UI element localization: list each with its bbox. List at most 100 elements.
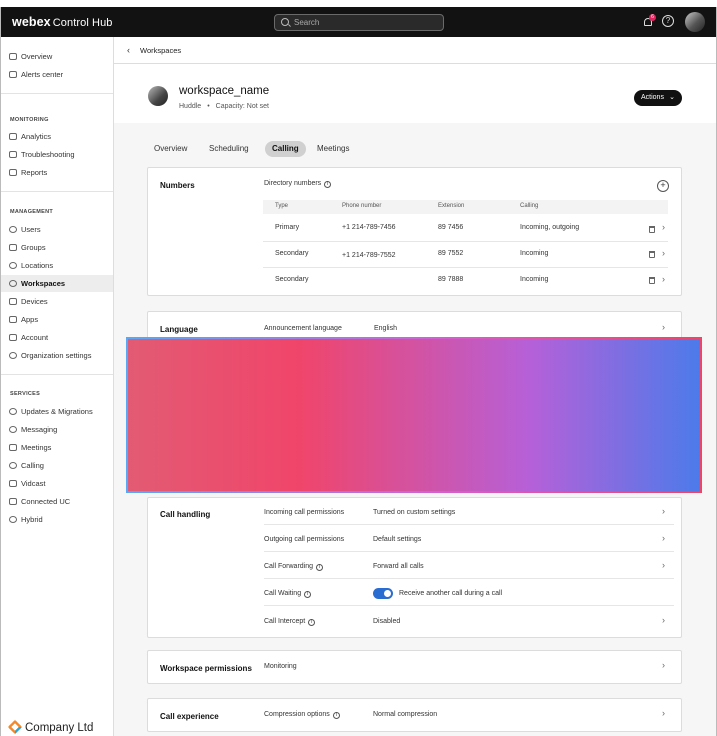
outgoing-permissions-label: Outgoing call permissions (264, 536, 345, 543)
sidebar-item-workspaces[interactable]: Workspaces (1, 275, 113, 292)
numbers-title: Numbers (160, 181, 195, 190)
sidebar-divider (1, 93, 113, 94)
chevron-right-icon[interactable]: › (662, 708, 665, 718)
outgoing-permissions-value: Default settings (373, 536, 422, 543)
sidebar-item-apps[interactable]: Apps (1, 311, 113, 328)
document-icon (9, 169, 17, 176)
info-icon[interactable]: i (304, 591, 312, 598)
settings-icon (9, 352, 17, 359)
col-type: Type (275, 203, 289, 209)
chart-icon (9, 133, 17, 140)
select-music-button[interactable]: Select music (411, 455, 467, 470)
bell-icon (9, 71, 17, 78)
breadcrumb-workspaces[interactable]: Workspaces (140, 46, 181, 55)
info-icon[interactable]: i (353, 443, 361, 450)
play-icon (9, 480, 17, 487)
workspace-permissions-card[interactable]: Workspace permissions Monitoring › (147, 650, 682, 684)
section-title-monitoring: MONITORING (10, 117, 49, 123)
info-icon[interactable]: i (308, 619, 316, 626)
trash-icon[interactable] (649, 226, 655, 233)
sidebar-item-devices[interactable]: Devices (1, 293, 113, 310)
numbers-card: Numbers Directory numbers i + Type Phone … (147, 167, 682, 296)
user-avatar[interactable] (685, 12, 705, 32)
radio-location-music[interactable] (264, 410, 272, 418)
main-content: Overview Scheduling Calling Meetings Num… (114, 123, 716, 736)
sidebar-item-connected-uc[interactable]: Connected UC (1, 493, 113, 510)
sidebar-item-groups[interactable]: Groups (1, 239, 113, 256)
trash-icon[interactable] (649, 251, 655, 258)
music-on-hold-card: Music on Hold Play music when a call is … (147, 359, 682, 484)
col-phone-number: Phone number (342, 203, 382, 209)
workspace-name: workspace_name (179, 85, 270, 97)
sidebar-item-alerts-center[interactable]: Alerts center (1, 66, 113, 83)
call-forwarding-value: Forward all calls (373, 563, 424, 570)
trash-icon[interactable] (649, 277, 655, 284)
chevron-right-icon[interactable]: › (662, 322, 665, 332)
sidebar-item-vidcast[interactable]: Vidcast (1, 475, 113, 492)
directory-numbers-label: Directory numbers i (264, 180, 332, 188)
notifications-button[interactable]: 6 (643, 14, 656, 27)
info-icon[interactable]: i (324, 181, 332, 188)
chevron-right-icon[interactable]: › (662, 560, 665, 570)
numbers-table-header: Type Phone number Extension Calling (263, 200, 668, 214)
info-icon[interactable]: i (332, 712, 340, 719)
sidebar-item-organization-settings[interactable]: Organization settings (1, 347, 113, 364)
chevron-down-icon: ⌄ (669, 94, 675, 101)
top-bar: webex Control Hub Search 6 ? (1, 7, 716, 37)
sidebar-item-hybrid[interactable]: Hybrid (1, 511, 113, 528)
chevron-right-icon[interactable]: › (662, 615, 665, 625)
tab-meetings[interactable]: Meetings (310, 141, 356, 157)
sidebar-item-account[interactable]: Account (1, 329, 113, 346)
chevron-right-icon[interactable]: › (662, 248, 665, 258)
incoming-permissions-value: Turned on custom settings (373, 509, 456, 516)
monitoring-label: Monitoring (264, 663, 297, 670)
call-intercept-value: Disabled (373, 618, 401, 625)
chevron-right-icon[interactable]: › (662, 660, 665, 670)
group-icon (9, 244, 17, 251)
back-chevron-icon[interactable]: ‹ (127, 45, 130, 55)
sidebar-item-messaging[interactable]: Messaging (1, 421, 113, 438)
language-title: Language (160, 325, 198, 334)
cloud-icon (9, 516, 17, 523)
device-icon (9, 298, 17, 305)
sidebar-item-meetings[interactable]: Meetings (1, 439, 113, 456)
chevron-right-icon[interactable]: › (662, 506, 665, 516)
sidebar-item-overview[interactable]: Overview (1, 48, 113, 65)
user-icon (9, 226, 17, 233)
section-title-management: MANAGEMENT (10, 209, 54, 215)
chevron-right-icon[interactable]: › (662, 274, 665, 284)
call-waiting-value: Receive another call during a call (399, 590, 503, 597)
chevron-right-icon[interactable]: › (662, 533, 665, 543)
call-intercept-label: Call Intercept i (264, 618, 316, 626)
sidebar-divider (1, 191, 113, 192)
actions-button[interactable]: Actions ⌄ (634, 90, 682, 106)
col-extension: Extension (438, 203, 465, 209)
app-logo[interactable]: webex Control Hub (12, 15, 113, 29)
sidebar-item-locations[interactable]: Locations (1, 257, 113, 274)
tab-calling[interactable]: Calling (265, 141, 306, 157)
music-file-input[interactable]: No music selected (278, 455, 408, 470)
call-waiting-toggle[interactable] (373, 588, 393, 599)
radio-custom-music[interactable] (264, 426, 272, 434)
music-on-hold-toggle[interactable] (264, 371, 284, 382)
sidebar-item-calling[interactable]: Calling (1, 457, 113, 474)
search-input[interactable]: Search (274, 14, 444, 31)
sidebar-item-troubleshooting[interactable]: Troubleshooting (1, 146, 113, 163)
language-card[interactable]: Language Announcement language English › (147, 311, 682, 346)
sidebar-item-reports[interactable]: Reports (1, 164, 113, 181)
notification-badge: 6 (649, 14, 656, 21)
info-icon[interactable]: i (316, 564, 324, 571)
sidebar-item-updates-migrations[interactable]: Updates & Migrations (1, 403, 113, 420)
sidebar-item-users[interactable]: Users (1, 221, 113, 238)
music-source-title: Music on Hold source (264, 396, 337, 403)
music-on-hold-toggle-label: Play music when a call is placed on hold (290, 373, 416, 380)
sidebar-item-analytics[interactable]: Analytics (1, 128, 113, 145)
help-icon[interactable]: ? (662, 15, 674, 27)
add-number-button[interactable]: + (657, 180, 669, 192)
tab-overview[interactable]: Overview (147, 141, 194, 157)
meetings-icon (9, 444, 17, 451)
call-experience-card[interactable]: Call experience Compression options i Nor… (147, 698, 682, 732)
tab-scheduling[interactable]: Scheduling (202, 141, 256, 157)
chevron-right-icon[interactable]: › (662, 222, 665, 232)
music-on-hold-title: Music on Hold (160, 373, 215, 382)
